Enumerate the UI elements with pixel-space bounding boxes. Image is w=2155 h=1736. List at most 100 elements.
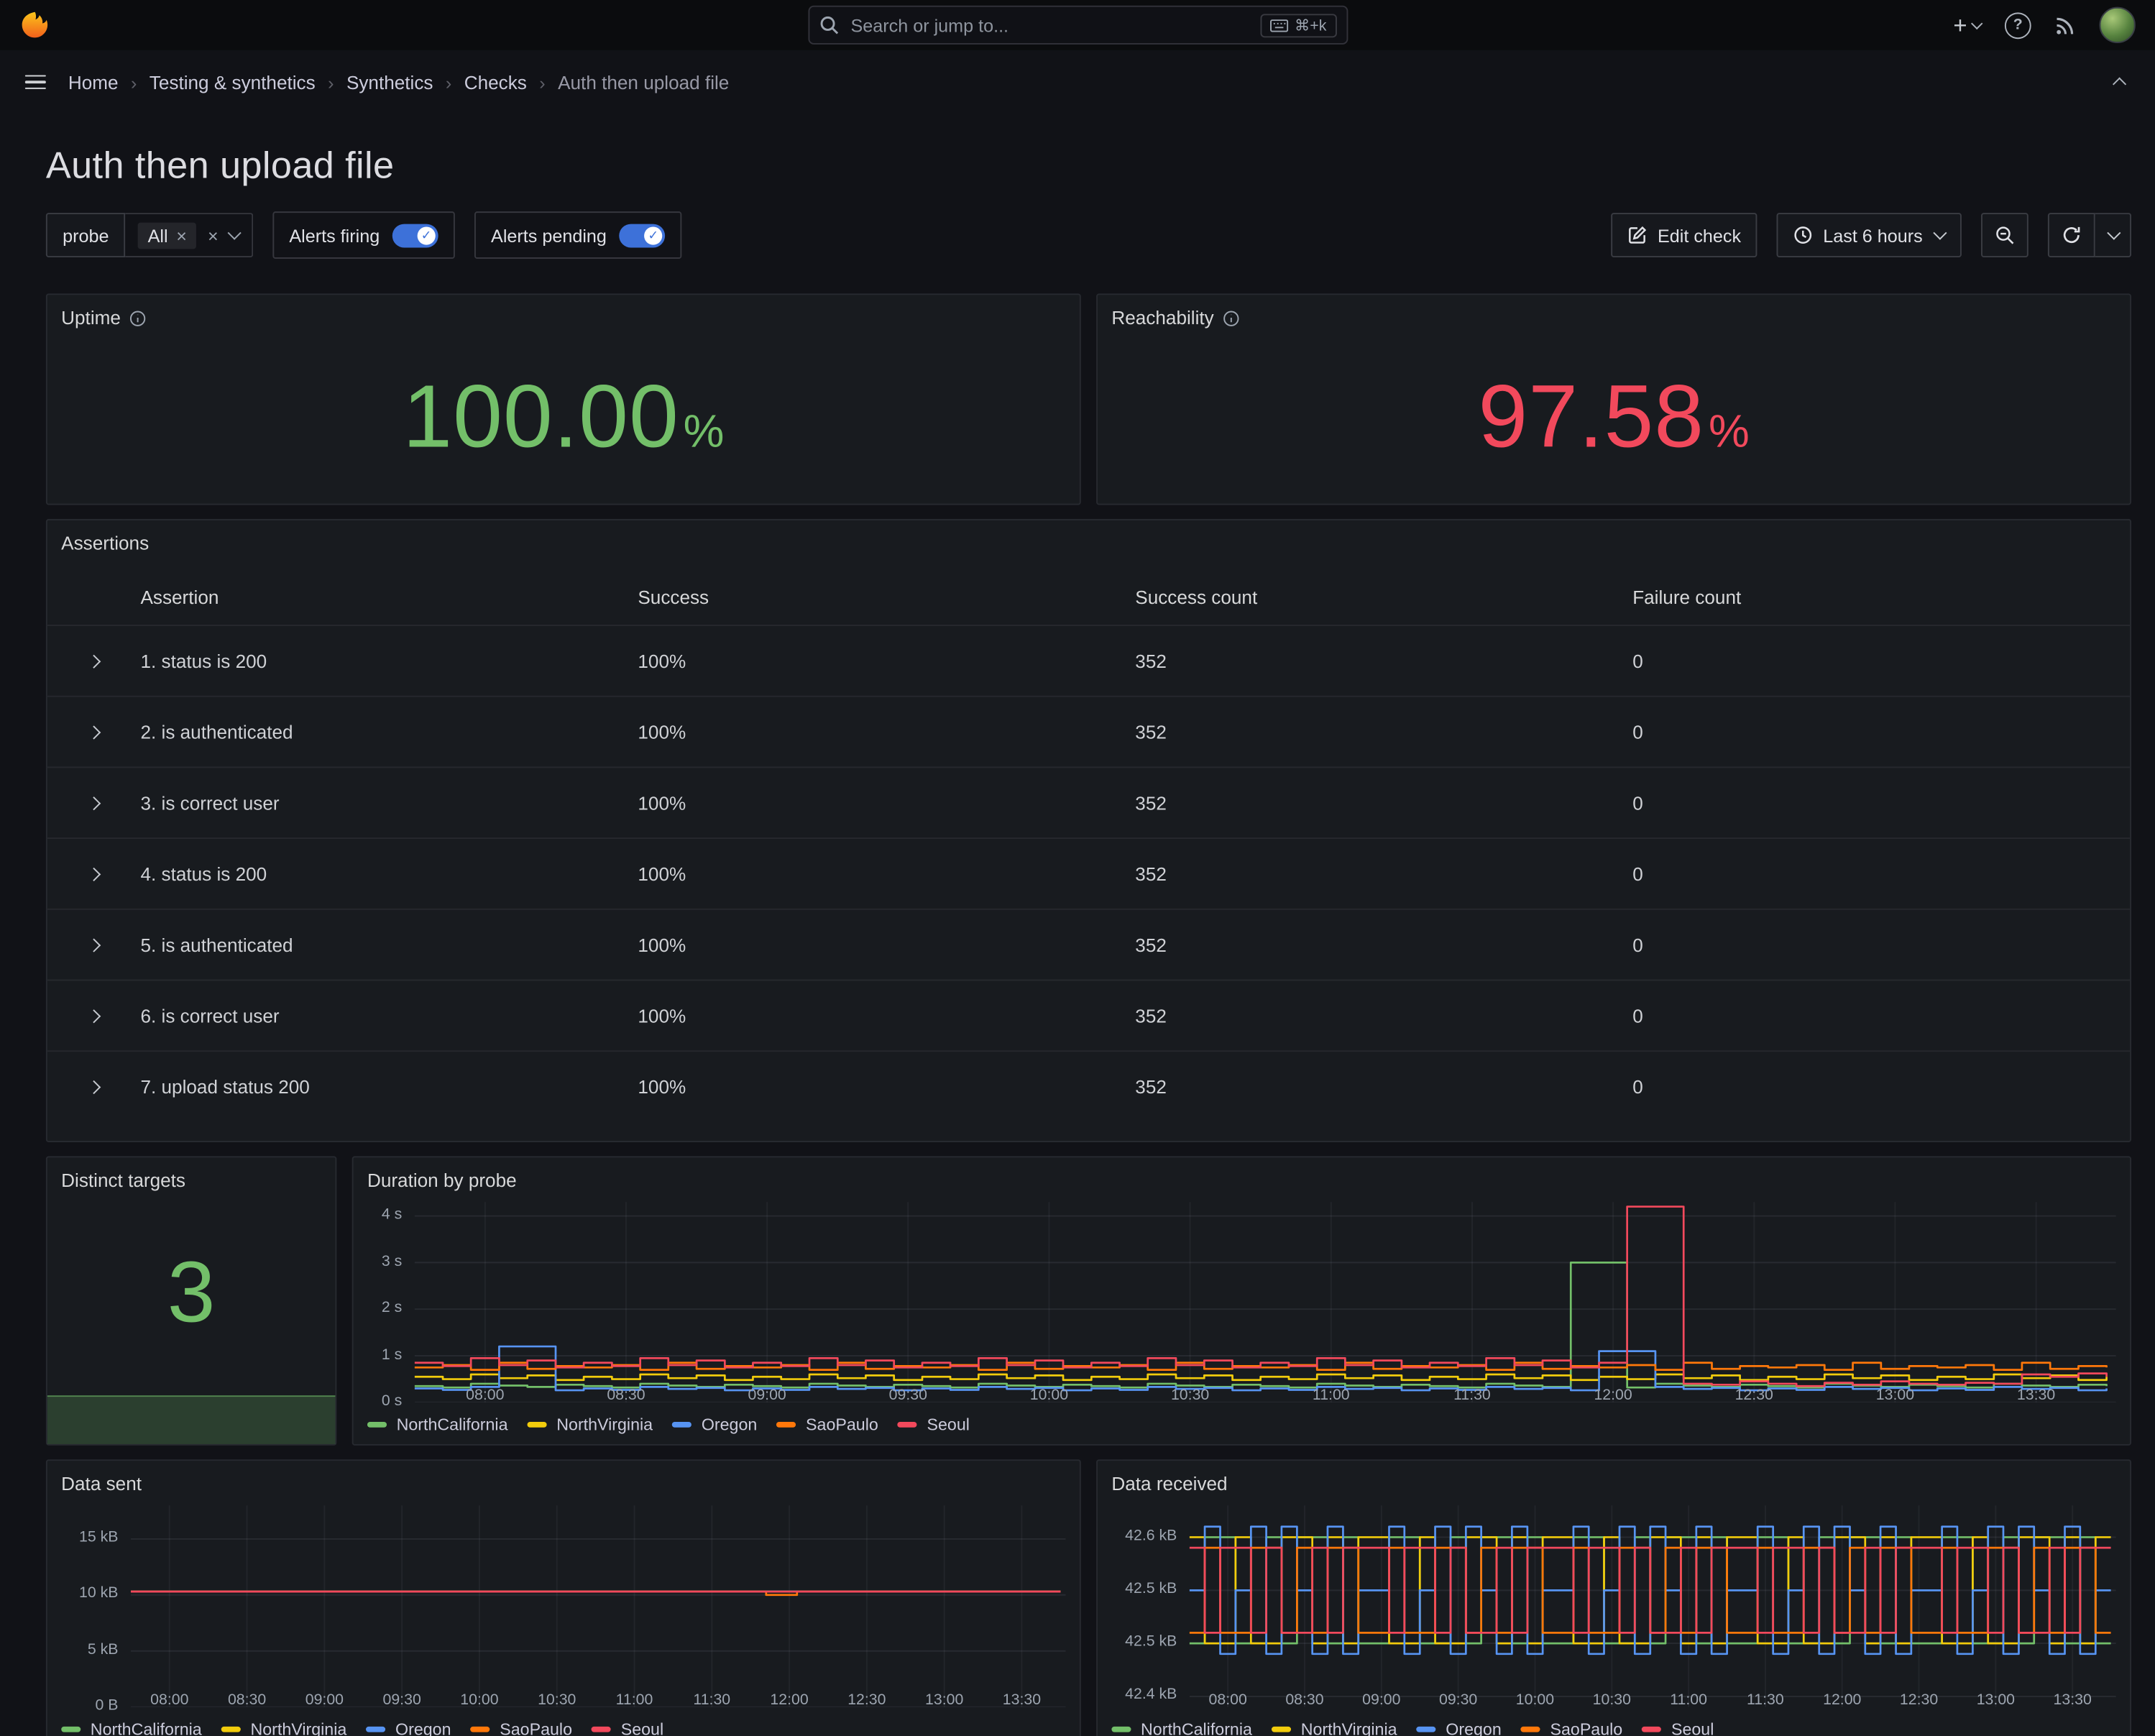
refresh-interval-dropdown[interactable] [2095, 213, 2131, 257]
alerts-firing-toggle[interactable]: Alerts firing ✓ [272, 211, 455, 259]
panel-title-label: Reachability [1111, 308, 1213, 329]
expand-row-icon[interactable] [87, 867, 101, 881]
breadcrumb-checks[interactable]: Checks [464, 72, 527, 93]
clear-filter-icon[interactable]: × [208, 226, 219, 244]
grafana-logo[interactable] [19, 10, 50, 41]
alerts-pending-toggle[interactable]: Alerts pending ✓ [474, 211, 682, 259]
panel-title-assertions[interactable]: Assertions [47, 520, 2130, 554]
legend-swatch [592, 1727, 611, 1732]
plot-area[interactable] [1190, 1505, 2116, 1688]
breadcrumb-synthetics[interactable]: Synthetics [346, 72, 433, 93]
expand-row-icon[interactable] [87, 654, 101, 668]
assertion-name: 1. status is 200 [140, 651, 638, 671]
alerts-pending-switch[interactable]: ✓ [619, 224, 665, 247]
legend-item-Seoul[interactable]: Seoul [592, 1719, 663, 1736]
legend-item-NorthCalifornia[interactable]: NorthCalifornia [61, 1719, 202, 1736]
panel-title-label: Distinct targets [61, 1170, 185, 1191]
legend-item-NorthVirginia[interactable]: NorthVirginia [221, 1719, 346, 1736]
clock-icon [1794, 226, 1814, 245]
edit-check-button[interactable]: Edit check [1612, 213, 1757, 257]
time-range-picker[interactable]: Last 6 hours [1777, 213, 1962, 257]
legend-item-SaoPaulo[interactable]: SaoPaulo [471, 1719, 572, 1736]
legend-item-Seoul[interactable]: Seoul [898, 1415, 970, 1434]
expand-row-icon[interactable] [87, 725, 101, 738]
legend-item-SaoPaulo[interactable]: SaoPaulo [1521, 1719, 1622, 1736]
middle-panels-row: Distinct targets 3 Duration by probe 0 s… [46, 1156, 2131, 1446]
help-button[interactable]: ? [2005, 12, 2031, 38]
uptime-value-area: 100.00% [47, 329, 1080, 504]
legend-label: Oregon [1446, 1719, 1501, 1736]
expand-row-icon[interactable] [87, 796, 101, 809]
breadcrumb-testing-synthetics[interactable]: Testing & synthetics [150, 72, 316, 93]
rss-icon [2055, 14, 2076, 35]
assertion-success-count: 352 [1135, 1005, 1632, 1026]
table-row[interactable]: 4. status is 200 100% 352 0 [47, 837, 2130, 909]
user-avatar[interactable] [2100, 7, 2136, 43]
news-feed-button[interactable] [2055, 14, 2076, 35]
grafana-dashboard: ⌘+k + ? Home › Testing & synthetics › Sy… [0, 0, 2155, 1736]
expand-row-icon[interactable] [87, 1080, 101, 1093]
panel-title-data-sent[interactable]: Data sent [47, 1461, 1080, 1494]
legend-swatch [1521, 1727, 1540, 1732]
legend-swatch [1272, 1727, 1291, 1732]
refresh-button[interactable] [2048, 213, 2095, 257]
chart-legend: NorthCalifornia NorthVirginia Oregon SaoPau… [61, 1712, 1065, 1736]
data-received-chart[interactable]: 42.4 kB42.5 kB42.5 kB42.6 kB 08:0008:300… [1098, 1494, 2130, 1736]
table-row[interactable]: 7. upload status 200 100% 352 0 [47, 1050, 2130, 1121]
assertion-name: 2. is authenticated [140, 722, 638, 743]
menu-toggle-button[interactable] [22, 69, 49, 95]
legend-item-Oregon[interactable]: Oregon [1417, 1719, 1502, 1736]
y-tick-label: 2 s [382, 1300, 402, 1316]
plot-area[interactable] [415, 1202, 2116, 1383]
info-icon[interactable] [1222, 311, 1239, 327]
legend-item-Oregon[interactable]: Oregon [672, 1415, 757, 1434]
data-sent-chart[interactable]: 0 B5 kB10 kB15 kB 08:0008:3009:0009:3010… [47, 1494, 1080, 1736]
y-axis-labels: 0 B5 kB10 kB15 kB [61, 1505, 131, 1688]
legend-item-Seoul[interactable]: Seoul [1642, 1719, 1714, 1736]
search-input[interactable] [848, 13, 1250, 37]
expand-row-icon[interactable] [87, 1009, 101, 1022]
legend-item-NorthVirginia[interactable]: NorthVirginia [1272, 1719, 1397, 1736]
collapse-header-button[interactable] [2115, 75, 2133, 89]
assertion-success-count: 352 [1135, 651, 1632, 671]
breadcrumb-home[interactable]: Home [68, 72, 119, 93]
probe-filter[interactable]: probe All × × [46, 213, 253, 257]
remove-value-icon[interactable]: × [176, 226, 187, 244]
reachability-unit: % [1709, 405, 1750, 456]
panel-title-reachability[interactable]: Reachability [1098, 295, 2130, 328]
data-sent-panel: Data sent 0 B5 kB10 kB15 kB 08:0008:3009… [46, 1459, 1081, 1736]
assertion-failure-count: 0 [1632, 1076, 2130, 1097]
panel-title-uptime[interactable]: Uptime [47, 295, 1080, 328]
assertions-table-header: Assertion Success Success count Failure … [47, 554, 2130, 625]
legend-item-NorthCalifornia[interactable]: NorthCalifornia [367, 1415, 508, 1434]
plot-area[interactable] [131, 1505, 1066, 1688]
x-tick-label: 09:00 [305, 1691, 344, 1708]
panel-title-data-received[interactable]: Data received [1098, 1461, 2130, 1494]
expand-row-icon[interactable] [87, 938, 101, 952]
breadcrumb-separator: › [446, 72, 451, 93]
legend-item-SaoPaulo[interactable]: SaoPaulo [776, 1415, 878, 1434]
alerts-firing-switch[interactable]: ✓ [392, 224, 438, 247]
table-row[interactable]: 6. is correct user 100% 352 0 [47, 980, 2130, 1051]
probe-filter-value[interactable]: All × × [126, 213, 253, 257]
x-tick-label: 11:00 [1313, 1387, 1350, 1404]
x-tick-label: 13:30 [2054, 1691, 2092, 1708]
legend-item-NorthCalifornia[interactable]: NorthCalifornia [1111, 1719, 1252, 1736]
plus-icon: + [1953, 13, 1967, 37]
info-icon[interactable] [129, 311, 146, 327]
panel-title-distinct-targets[interactable]: Distinct targets [47, 1157, 336, 1190]
search-bar[interactable]: ⌘+k [807, 6, 1347, 45]
legend-item-NorthVirginia[interactable]: NorthVirginia [528, 1415, 653, 1434]
chart-legend: NorthCalifornia NorthVirginia Oregon SaoPau… [367, 1408, 2116, 1439]
duration-by-probe-chart[interactable]: 0 s1 s2 s3 s4 s 08:0008:3009:0009:3010:0… [354, 1191, 2131, 1439]
new-menu-button[interactable]: + [1953, 13, 1981, 37]
zoom-out-button[interactable] [1981, 213, 2028, 257]
assertion-success-count: 352 [1135, 934, 1632, 955]
table-row[interactable]: 5. is authenticated 100% 352 0 [47, 909, 2130, 980]
table-row[interactable]: 2. is authenticated 100% 352 0 [47, 696, 2130, 767]
legend-item-Oregon[interactable]: Oregon [366, 1719, 451, 1736]
table-row[interactable]: 3. is correct user 100% 352 0 [47, 766, 2130, 837]
table-row[interactable]: 1. status is 200 100% 352 0 [47, 625, 2130, 696]
keyboard-icon [1269, 19, 1287, 31]
panel-title-duration[interactable]: Duration by probe [354, 1157, 2131, 1190]
